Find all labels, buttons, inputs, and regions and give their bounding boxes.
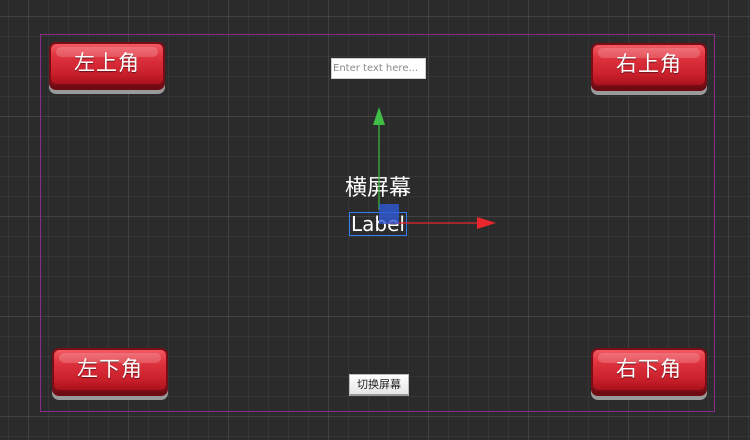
bottom-right-button-label: 右下角 — [616, 357, 682, 381]
scene-canvas: 左上角 右上角 左下角 右下角 横屏幕 Label 切换屏幕 — [0, 0, 750, 440]
bottom-right-button[interactable]: 右下角 — [591, 348, 707, 392]
selected-label-node[interactable]: Label — [349, 212, 407, 236]
screen-orientation-title: 横屏幕 — [344, 176, 411, 201]
bottom-left-button[interactable]: 左下角 — [52, 348, 168, 392]
top-left-button-label: 左上角 — [74, 51, 140, 75]
top-left-button[interactable]: 左上角 — [49, 42, 165, 86]
top-right-button[interactable]: 右上角 — [591, 43, 707, 87]
edit-box-input[interactable] — [331, 58, 426, 79]
top-right-button-label: 右上角 — [616, 52, 682, 76]
switch-screen-button[interactable]: 切换屏幕 — [349, 374, 409, 396]
bottom-left-button-label: 左下角 — [77, 357, 143, 381]
